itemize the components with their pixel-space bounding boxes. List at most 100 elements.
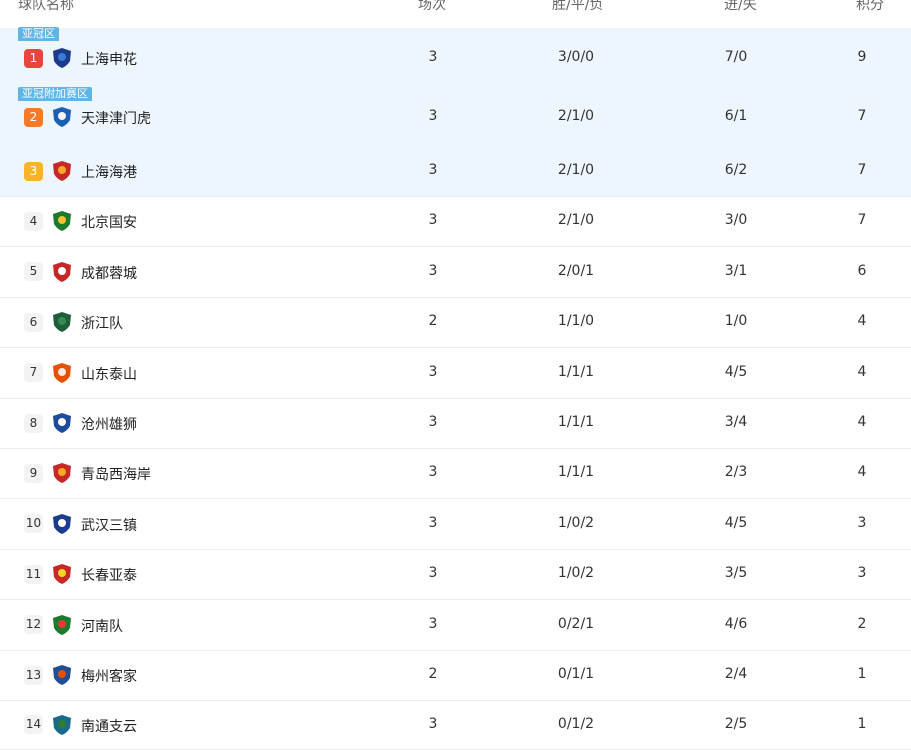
shenhua-crest-icon [51,47,73,69]
points-cell: 7 [857,108,867,124]
goals-cell: 4/5 [724,363,748,380]
goals-cell: 4/5 [724,514,748,531]
table-header: 球队名称 场次 胜/平/负 进/失 积分 [0,0,911,28]
standings-table: 球队名称 场次 胜/平/负 进/失 积分 1 上海申花 3 3/0/0 7/0 9 2 天津津… [0,0,911,750]
goals-cell: 4/6 [724,615,748,632]
rank-badge: 11 [24,564,43,584]
team-name[interactable]: 长春亚泰 [81,565,137,585]
played-cell: 3 [428,565,438,581]
team-name[interactable]: 浙江队 [81,313,123,333]
wdl-cell: 3/0/0 [557,49,595,65]
rank-badge: 3 [24,161,43,181]
table-row[interactable]: 6 浙江队 2 1/1/0 1/0 4 [0,297,911,348]
played-cell: 3 [428,464,438,480]
wdl-cell: 2/0/1 [557,262,595,279]
goals-cell: 2/4 [724,666,748,682]
rank-badge: 1 [24,48,43,68]
table-row[interactable]: 4 北京国安 3 2/1/0 3/0 7 [0,196,911,247]
wdl-cell: 0/2/1 [557,615,595,632]
goals-cell: 3/4 [724,414,748,430]
team-name[interactable]: 上海申花 [81,49,137,69]
points-cell: 4 [857,363,867,380]
goals-cell: 1/0 [724,313,748,329]
xiongshi-crest-icon [51,412,73,434]
sanzhen-crest-icon [51,513,73,535]
table-row[interactable]: 2 天津津门虎 3 2/1/0 6/1 7 [0,88,911,147]
team-name[interactable]: 武汉三镇 [81,515,137,535]
played-cell: 3 [428,715,438,732]
played-cell: 3 [428,162,438,178]
team-name[interactable]: 上海海港 [81,162,137,182]
header-wdl[interactable]: 胜/平/负 [552,0,603,14]
played-cell: 3 [428,363,438,380]
rank-badge: 14 [24,715,43,734]
wdl-cell: 1/1/0 [557,313,595,329]
points-cell: 3 [857,565,867,581]
xihaian-crest-icon [51,462,73,484]
played-cell: 3 [428,108,438,124]
team-name[interactable]: 南通支云 [81,716,137,736]
team-name[interactable]: 沧州雄狮 [81,414,137,434]
haigang-crest-icon [51,160,73,182]
wdl-cell: 0/1/2 [557,715,595,732]
table-row[interactable]: 13 梅州客家 2 0/1/1 2/4 1 [0,650,911,701]
table-row[interactable]: 9 青岛西海岸 3 1/1/1 2/3 4 [0,448,911,499]
rank-badge: 7 [24,363,43,382]
goals-cell: 3/1 [724,262,748,279]
wdl-cell: 1/0/2 [557,514,595,531]
team-name[interactable]: 河南队 [81,616,123,636]
goals-cell: 6/1 [724,108,748,124]
goals-cell: 7/0 [724,49,748,65]
points-cell: 1 [857,715,867,732]
played-cell: 2 [428,313,438,329]
rank-badge: 9 [24,463,43,483]
rank-badge: 13 [24,665,43,685]
table-row[interactable]: 10 武汉三镇 3 1/0/2 4/5 3 [0,498,911,550]
points-cell: 7 [857,162,867,178]
team-name[interactable]: 成都蓉城 [81,263,137,283]
table-row[interactable]: 11 长春亚泰 3 1/0/2 3/5 3 [0,549,911,600]
acl-playoff-zone-label: 亚冠附加赛区 [18,87,92,101]
team-name[interactable]: 山东泰山 [81,364,137,384]
table-row[interactable]: 3 上海海港 3 2/1/0 6/2 7 [0,146,911,197]
points-cell: 1 [857,666,867,682]
rank-badge: 6 [24,312,43,332]
team-name[interactable]: 天津津门虎 [81,108,151,128]
wdl-cell: 1/1/1 [557,414,595,430]
team-name[interactable]: 梅州客家 [81,666,137,686]
team-name[interactable]: 青岛西海岸 [81,464,151,484]
table-row[interactable]: 7 山东泰山 3 1/1/1 4/5 4 [0,347,911,399]
header-goals[interactable]: 进/失 [724,0,757,14]
wdl-cell: 1/1/1 [557,464,595,480]
header-points[interactable]: 积分 [856,0,884,14]
header-team[interactable]: 球队名称 [18,0,74,14]
team-name[interactable]: 北京国安 [81,212,137,232]
table-row[interactable]: 5 成都蓉城 3 2/0/1 3/1 6 [0,246,911,298]
played-cell: 3 [428,212,438,228]
rank-badge: 5 [24,262,43,281]
goals-cell: 3/0 [724,212,748,228]
wdl-cell: 0/1/1 [557,666,595,682]
henan-crest-icon [51,614,73,636]
table-row[interactable]: 8 沧州雄狮 3 1/1/1 3/4 4 [0,398,911,449]
goals-cell: 2/3 [724,464,748,480]
points-cell: 4 [857,464,867,480]
table-row[interactable]: 1 上海申花 3 3/0/0 7/0 9 [0,28,911,89]
points-cell: 7 [857,212,867,228]
rank-badge: 4 [24,211,43,231]
header-played[interactable]: 场次 [418,0,446,14]
goals-cell: 6/2 [724,162,748,178]
acl-zone-label: 亚冠区 [18,27,59,41]
played-cell: 3 [428,414,438,430]
points-cell: 3 [857,514,867,531]
table-row[interactable]: 14 南通支云 3 0/1/2 2/5 1 [0,700,911,750]
played-cell: 3 [428,514,438,531]
points-cell: 2 [857,615,867,632]
goals-cell: 2/5 [724,715,748,732]
rongcheng-crest-icon [51,261,73,283]
wdl-cell: 2/1/0 [557,212,595,228]
table-row[interactable]: 12 河南队 3 0/2/1 4/6 2 [0,599,911,651]
zhiyun-crest-icon [51,714,73,736]
jinmenhu-crest-icon [51,106,73,128]
points-cell: 4 [857,313,867,329]
